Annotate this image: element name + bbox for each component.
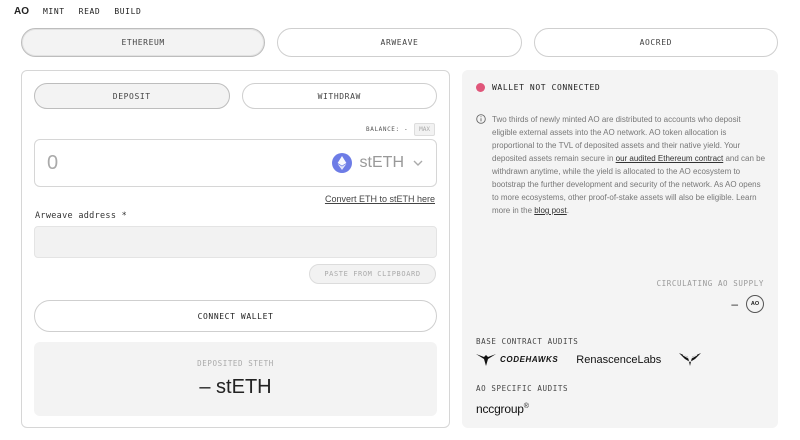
deposited-label: DEPOSITED STETH	[197, 359, 274, 368]
info-text-part2: and can be withdrawn anytime, while the …	[492, 154, 766, 215]
wallet-status-text: WALLET NOT CONNECTED	[492, 83, 601, 92]
max-button[interactable]: MAX	[414, 123, 435, 136]
connect-wallet-button[interactable]: CONNECT WALLET	[34, 300, 437, 332]
base-contract-audits-label: BASE CONTRACT AUDITS	[476, 337, 579, 346]
tab-arweave[interactable]: ARWEAVE	[277, 28, 522, 57]
ao-token-icon: AO	[746, 295, 764, 313]
top-nav: AO MINT READ BUILD	[14, 4, 141, 18]
token-selector[interactable]: stETH	[331, 153, 424, 173]
nav-link-mint[interactable]: MINT	[43, 7, 65, 16]
nav-link-read[interactable]: READ	[79, 7, 101, 16]
ethereum-icon	[331, 153, 352, 173]
tab-aocred[interactable]: AOCRED	[533, 28, 778, 57]
audited-contract-link[interactable]: our audited Ethereum contract	[616, 154, 724, 163]
arweave-address-input[interactable]	[34, 226, 437, 258]
ao-logo-text: AO	[14, 5, 29, 17]
chevron-down-icon	[413, 160, 423, 166]
nccgroup-logo: nccgroup®	[476, 402, 529, 416]
amount-input[interactable]	[47, 151, 247, 175]
codehawks-hawk-icon	[476, 353, 496, 366]
info-text: Two thirds of newly minted AO are distri…	[492, 113, 766, 217]
ao-specific-audits-label: AO SPECIFIC AUDITS	[476, 384, 569, 393]
tab-withdraw[interactable]: WITHDRAW	[241, 83, 437, 109]
deposit-card: DEPOSIT WITHDRAW BALANCE: - MAX stETH Co…	[21, 70, 450, 428]
deposited-panel: DEPOSITED STETH – stETH	[34, 342, 437, 416]
tab-deposit[interactable]: DEPOSIT	[34, 83, 230, 109]
nav-link-build[interactable]: BUILD	[114, 7, 141, 16]
info-card: WALLET NOT CONNECTED Two thirds of newly…	[462, 70, 778, 428]
nccgroup-text: nccgroup	[476, 402, 524, 416]
tab-ethereum[interactable]: ETHEREUM	[21, 28, 266, 57]
codehawks-text: CODEHAWKS	[500, 355, 559, 364]
status-dot	[476, 83, 485, 92]
nccgroup-mark: ®	[523, 403, 529, 410]
blog-post-link[interactable]: blog post	[534, 206, 566, 215]
circulating-supply-row: – AO	[731, 295, 764, 313]
info-text-part3: .	[566, 206, 569, 215]
wallet-status: WALLET NOT CONNECTED	[476, 83, 600, 92]
convert-eth-link[interactable]: Convert ETH to stETH here	[325, 194, 435, 204]
paste-clipboard-button[interactable]: PASTE FROM CLIPBOARD	[309, 264, 436, 284]
amount-box: stETH	[34, 139, 437, 187]
deposited-value: – stETH	[199, 376, 272, 398]
renascence-labs-logo: RenascenceLabs	[576, 353, 662, 366]
balance-row: BALANCE: - MAX	[366, 123, 435, 136]
codehawks-logo: CODEHAWKS	[476, 353, 559, 366]
circulating-supply-label: CIRCULATING AO SUPPLY	[656, 279, 764, 288]
token-name: stETH	[359, 154, 404, 171]
circulating-supply-value: –	[731, 297, 738, 311]
arweave-address-label: Arweave address *	[35, 211, 128, 221]
info-block: Two thirds of newly minted AO are distri…	[476, 113, 766, 217]
info-icon	[476, 114, 486, 124]
base-audit-logos: CODEHAWKS RenascenceLabs	[476, 353, 702, 366]
chain-tabs: ETHEREUM ARWEAVE AOCRED	[21, 28, 778, 57]
balance-label: BALANCE: -	[366, 126, 409, 133]
ao-logo[interactable]: AO	[14, 6, 29, 17]
mode-tabs: DEPOSIT WITHDRAW	[34, 83, 437, 109]
hawk-emblem-icon	[679, 353, 702, 366]
